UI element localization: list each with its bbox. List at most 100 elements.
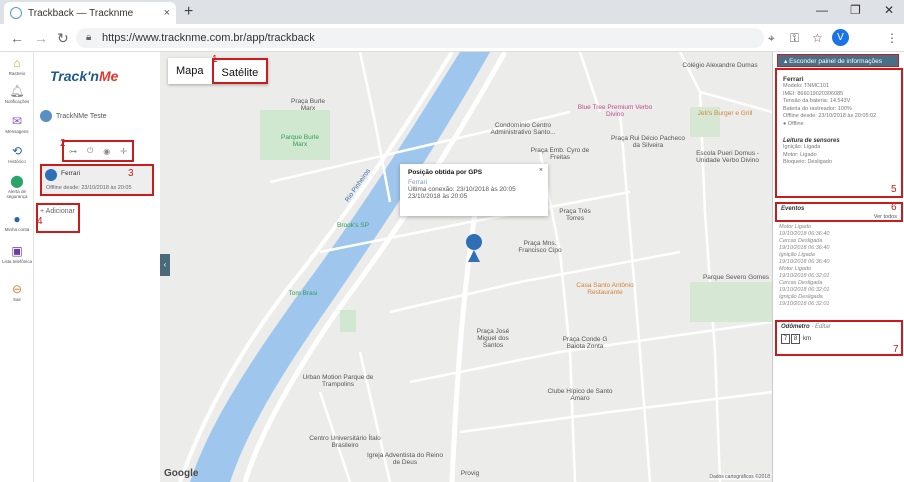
tab-close-icon[interactable]: × <box>164 7 170 19</box>
target-icon[interactable]: ◉ <box>103 147 110 156</box>
map-type-mapa-button[interactable]: Mapa <box>168 58 212 84</box>
events-list: Motor Ligado 19/10/2018 06:36:40 Cercas D… <box>779 224 901 308</box>
odometer-value: 7 8 km <box>781 334 897 344</box>
url-field[interactable]: 🔒︎ https://www.tracknme.com.br/app/track… <box>76 28 764 48</box>
odometer-edit-link[interactable]: · Editar <box>811 324 830 330</box>
nav-sair[interactable]: ⊖ Sair <box>0 282 34 302</box>
nav-label: Mensagens <box>5 129 29 134</box>
menu-kebab-icon[interactable]: ⋮ <box>886 31 898 45</box>
minimize-window-button[interactable]: — <box>816 3 828 17</box>
nav-alerta[interactable]: ⬤ Alerta de segurança <box>0 174 34 199</box>
location-pin-icon: ⬤ <box>10 174 24 188</box>
annotation-3: 3 <box>128 168 134 179</box>
sensor-item: Bloqueio: Desligado <box>783 159 832 165</box>
tracknme-logo: Track'nMe <box>50 68 119 84</box>
info-window-vehicle: Ferrari <box>408 179 428 186</box>
left-nav-bar: ⌂ Rastreio 🔔︎ Notificações ✉ Mensagens ⟲… <box>0 52 34 482</box>
reload-icon[interactable]: ↻ <box>57 30 69 47</box>
user-icon: ● <box>13 212 21 226</box>
odometer-title: Odômetro · Editar <box>781 324 831 330</box>
battery-voltage: Tensão da bateria: 14.543V <box>783 98 851 104</box>
sensor-item: Ignição: Ligada <box>783 144 821 150</box>
odometer-section: Odômetro · Editar 7 8 km <box>775 320 903 356</box>
close-window-button[interactable]: ✕ <box>884 3 894 17</box>
vehicle-icon <box>45 169 57 181</box>
star-icon[interactable]: ☆ <box>812 31 823 45</box>
vehicle-model: Modelo: TNMC101 <box>783 83 830 89</box>
url-text: https://www.tracknme.com.br/app/trackbac… <box>102 32 315 44</box>
map-label: Blue Tree Premium Verbo Divino <box>577 104 653 118</box>
tracker-battery: Bateria do rastreador: 100% <box>783 105 852 112</box>
river-shape <box>190 52 490 482</box>
events-see-all-link[interactable]: Ver todos <box>874 214 897 220</box>
back-arrow-icon[interactable]: ← <box>10 30 24 46</box>
forward-arrow-icon[interactable]: → <box>34 30 48 46</box>
map-label: Praça Mns. Francisco Cipo <box>518 240 562 254</box>
map-label: Parque Severo Gomes <box>702 274 770 281</box>
power-icon[interactable]: ⏻ <box>87 146 93 156</box>
nav-lista-telefonica[interactable]: ▣ Lista telefônica <box>0 244 34 264</box>
unlock-icon[interactable]: ⊶ <box>69 147 77 156</box>
event-item: Cercas Desligada 19/10/2018 06:32:01 <box>779 280 830 293</box>
nav-historico[interactable]: ⟲ Histórico <box>0 144 34 164</box>
nav-label: Histórico <box>8 159 26 164</box>
vehicle-status: Offline desde: 23/10/2018 às 20:05 <box>46 185 132 191</box>
browser-tab[interactable]: Trackback — Tracknme × <box>4 2 176 24</box>
address-bar: ← → ↻ 🔒︎ https://www.tracknme.com.br/app… <box>0 24 904 52</box>
map-label: Brook's SP <box>337 222 369 229</box>
gps-info-window: × Posição obtida por GPS Ferrari Última … <box>400 164 548 216</box>
map-canvas <box>178 52 772 482</box>
nav-label: Rastreio <box>8 71 26 76</box>
site-favicon-icon <box>10 7 22 19</box>
vehicle-card[interactable]: Ferrari Offline desde: 23/10/2018 às 20:… <box>40 164 154 196</box>
key-icon[interactable]: ⚿ <box>790 31 799 46</box>
user-profile[interactable]: TrackNMe Teste <box>40 110 107 122</box>
crosshair-icon[interactable]: ✛ <box>120 147 127 156</box>
annotation-7: 7 <box>893 344 899 355</box>
map-view[interactable]: Mapa Satélite 1 ‹ × Posição obtida por G… <box>160 52 772 482</box>
nav-label: Minha conta <box>4 227 30 232</box>
nav-rastreio[interactable]: ⌂ Rastreio <box>0 56 34 76</box>
profile-avatar[interactable]: V <box>832 29 849 46</box>
user-name: TrackNMe Teste <box>56 112 107 120</box>
offline-status: ● Offline <box>783 120 804 127</box>
annotation-4: 4 <box>37 216 43 227</box>
events-title: Eventos <box>781 206 805 212</box>
event-item: Ignição Ligada 19/10/2018 06:36:40 <box>779 252 830 265</box>
map-label: Condomínio Centro Administrativo Santo..… <box>490 122 556 136</box>
new-tab-button[interactable]: + <box>184 3 193 21</box>
map-label: Colégio Alexandre Dumas <box>682 62 758 69</box>
info-window-date: 23/10/2018 às 20:05 <box>408 193 468 200</box>
nav-notificacoes[interactable]: 🔔︎ Notificações <box>0 84 34 104</box>
map-label: Urban Motion Parque de Trampolins <box>302 374 374 388</box>
nav-label: Lista telefônica <box>1 259 33 264</box>
map-type-satellite-button[interactable]: Satélite <box>211 58 269 84</box>
nav-label: Sair <box>12 297 21 302</box>
hide-info-panel-button[interactable]: ▴ Esconder painel de informações <box>777 54 899 67</box>
map-label: Tom Brasi <box>288 290 318 297</box>
map-label: Jeti's Burger e Grill <box>697 110 753 117</box>
map-label: Praça Três Torres <box>559 208 591 222</box>
vehicle-details: Ferrari Modelo: TNMC101 IMEI: 8660190203… <box>775 68 903 198</box>
annotation-1: 1 <box>212 54 218 65</box>
map-label: Igreja Adventista do Reino de Deus <box>367 452 443 466</box>
park-small <box>340 310 356 332</box>
map-label: Praça Rui Décio Pacheco da Silveira <box>610 135 686 149</box>
map-label: Praça José Miguel dos Santos <box>476 328 510 349</box>
info-window-close-icon[interactable]: × <box>539 167 543 174</box>
map-label: Centro Universitário Ítalo Brasileiro <box>309 435 381 449</box>
map-label: Praça Burle Marx <box>291 98 325 112</box>
map-label: Praça Emb. Cyro de Freitas <box>530 147 590 161</box>
location-icon[interactable]: ⌖ <box>768 31 775 46</box>
google-logo: Google <box>164 468 199 479</box>
nav-label: Alerta de segurança <box>6 189 28 199</box>
maximize-window-button[interactable]: ❐ <box>850 3 861 17</box>
vehicle-imei: IMEI: 866019020306085 <box>783 90 844 97</box>
event-item: Ignição Desligada 19/10/2018 06:32:01 <box>779 294 830 307</box>
collapse-panel-button[interactable]: ‹ <box>160 254 170 276</box>
annotation-6: 6 <box>891 202 897 213</box>
map-attribution: Dados cartográficos ©2018 <box>709 474 770 480</box>
map-label: Provig <box>460 470 480 477</box>
nav-minha-conta[interactable]: ● Minha conta <box>0 212 34 232</box>
nav-mensagens[interactable]: ✉ Mensagens <box>0 114 34 134</box>
